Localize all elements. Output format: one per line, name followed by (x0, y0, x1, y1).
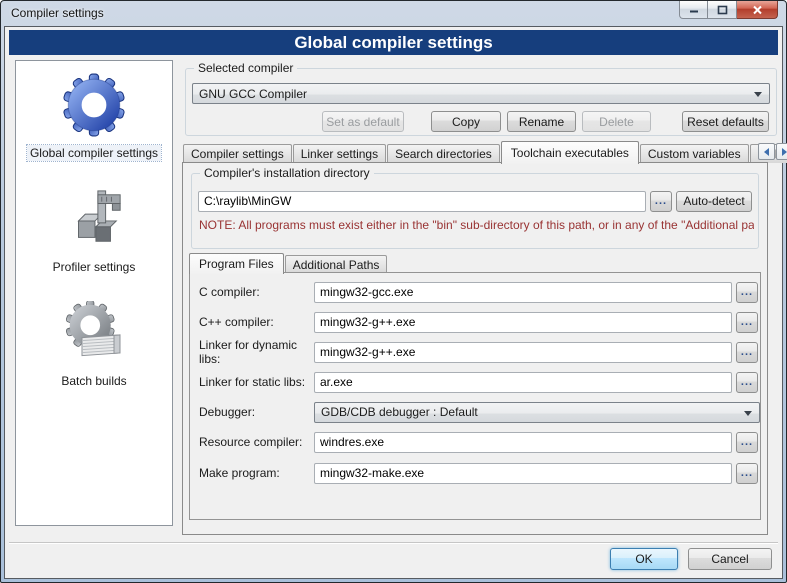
linker-static-browse-button[interactable]: ... (736, 372, 758, 393)
debugger-dropdown[interactable]: GDB/CDB debugger : Default (314, 402, 760, 423)
minimize-icon (689, 5, 699, 14)
gray-gear-stack-icon (60, 299, 128, 367)
field-row-make-program: Make program: ... (190, 462, 760, 484)
selected-compiler-dropdown[interactable]: GNU GCC Compiler (192, 83, 770, 104)
c-compiler-input[interactable] (314, 282, 732, 303)
window-controls (679, 1, 778, 19)
settings-category-sidebar: Global compiler settings (15, 60, 173, 526)
auto-detect-button[interactable]: Auto-detect (676, 191, 752, 212)
sidebar-item-batch-builds[interactable]: Batch builds (58, 299, 129, 389)
cancel-button[interactable]: Cancel (688, 548, 772, 570)
cpp-compiler-input[interactable] (314, 312, 732, 333)
maximize-icon (717, 5, 728, 15)
linker-static-label: Linker for static libs: (199, 375, 314, 389)
install-directory-row: ... Auto-detect (198, 190, 752, 212)
footer-separator (9, 542, 778, 544)
program-files-subtabs: Program Files Additional Paths (189, 252, 388, 273)
compiler-actions: Set as default Copy Rename Delete Reset … (192, 111, 769, 132)
delete-button: Delete (582, 111, 651, 132)
selected-compiler-value: GNU GCC Compiler (199, 87, 307, 101)
main-settings-area: Selected compiler GNU GCC Compiler Set a… (181, 60, 780, 542)
sidebar-item-label: Profiler settings (50, 259, 139, 275)
tab-scroll-right-button[interactable] (776, 143, 787, 160)
debugger-label: Debugger: (199, 405, 314, 419)
debugger-value: GDB/CDB debugger : Default (321, 405, 478, 419)
field-row-linker-static: Linker for static libs: ... (190, 371, 760, 393)
settings-tabstrip: Compiler settings Linker settings Search… (183, 140, 779, 163)
field-row-cpp-compiler: C++ compiler: ... (190, 311, 760, 333)
chevron-down-icon (744, 411, 752, 416)
tab-scroll-left-button[interactable] (758, 143, 775, 160)
install-directory-group: Compiler's installation directory ... Au… (191, 173, 759, 249)
left-triangle-icon (764, 148, 769, 156)
program-files-panel: C compiler: ... C++ compiler: ... Linker… (189, 272, 761, 520)
close-button[interactable] (737, 1, 778, 19)
chevron-down-icon (754, 92, 762, 97)
ok-button[interactable]: OK (610, 548, 678, 570)
install-directory-note: NOTE: All programs must exist either in … (199, 218, 754, 232)
maximize-button[interactable] (708, 1, 737, 19)
sidebar-item-global-compiler-settings[interactable]: Global compiler settings (27, 71, 161, 161)
subtab-program-files[interactable]: Program Files (189, 253, 284, 274)
page-title-banner: Global compiler settings (9, 30, 778, 55)
reset-defaults-button[interactable]: Reset defaults (682, 111, 769, 132)
field-row-resource-compiler: Resource compiler: ... (190, 431, 760, 453)
cpp-compiler-label: C++ compiler: (199, 315, 314, 329)
linker-dynamic-browse-button[interactable]: ... (736, 342, 758, 363)
resource-compiler-label: Resource compiler: (199, 435, 314, 449)
make-program-input[interactable] (314, 463, 732, 484)
toolchain-executables-panel: Compiler's installation directory ... Au… (182, 162, 768, 535)
right-triangle-icon (782, 148, 787, 156)
field-row-debugger: Debugger: GDB/CDB debugger : Default (190, 401, 760, 423)
make-program-label: Make program: (199, 466, 314, 480)
linker-dynamic-input[interactable] (314, 342, 732, 363)
selected-compiler-group: Selected compiler GNU GCC Compiler Set a… (185, 68, 777, 136)
titlebar[interactable]: Compiler settings (1, 1, 786, 26)
tab-linker-settings[interactable]: Linker settings (293, 144, 386, 163)
caliper-blocks-icon (60, 185, 128, 253)
sidebar-item-label: Global compiler settings (27, 145, 161, 161)
linker-dynamic-label: Linker for dynamic libs: (199, 338, 314, 366)
field-row-c-compiler: C compiler: ... (190, 281, 760, 303)
selected-compiler-group-label: Selected compiler (194, 61, 297, 75)
install-directory-input[interactable] (198, 191, 646, 212)
tab-custom-variables[interactable]: Custom variables (640, 144, 749, 163)
resource-compiler-input[interactable] (314, 432, 732, 453)
tab-compiler-settings[interactable]: Compiler settings (183, 144, 292, 163)
resource-compiler-browse-button[interactable]: ... (736, 432, 758, 453)
dialog-content: Global compiler settings (4, 26, 783, 579)
subtab-additional-paths[interactable]: Additional Paths (285, 255, 388, 273)
set-as-default-button: Set as default (322, 111, 404, 132)
rename-button[interactable]: Rename (507, 111, 576, 132)
field-row-linker-dynamic: Linker for dynamic libs: ... (190, 341, 760, 363)
compiler-settings-window: Compiler settings Global compiler settin… (0, 0, 787, 583)
minimize-button[interactable] (679, 1, 708, 19)
copy-button[interactable]: Copy (431, 111, 501, 132)
c-compiler-browse-button[interactable]: ... (736, 282, 758, 303)
tab-scroll-buttons (758, 143, 787, 160)
tab-search-directories[interactable]: Search directories (387, 144, 500, 163)
sidebar-item-profiler-settings[interactable]: Profiler settings (50, 185, 139, 275)
dialog-footer: OK Cancel (5, 548, 772, 570)
install-directory-group-label: Compiler's installation directory (200, 166, 374, 180)
linker-static-input[interactable] (314, 372, 732, 393)
make-program-browse-button[interactable]: ... (736, 463, 758, 484)
sidebar-item-label: Batch builds (58, 373, 129, 389)
window-title: Compiler settings (11, 6, 104, 20)
browse-directory-button[interactable]: ... (650, 191, 672, 212)
cpp-compiler-browse-button[interactable]: ... (736, 312, 758, 333)
c-compiler-label: C compiler: (199, 285, 314, 299)
tab-toolchain-executables[interactable]: Toolchain executables (501, 141, 639, 164)
close-icon (752, 5, 763, 15)
blue-gear-icon (60, 71, 128, 139)
